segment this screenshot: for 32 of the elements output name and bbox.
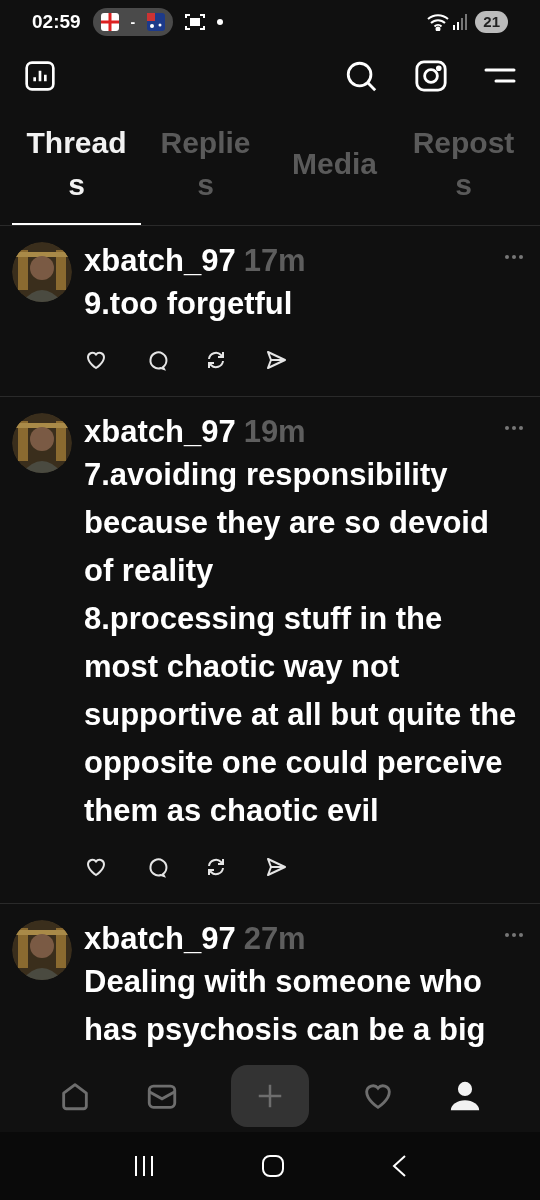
post-text: 8.processing stuff in the most chaotic way not supportive at all but quite the opposite one could perceive them as chaotic evil: [84, 600, 518, 830]
post-time: 17m: [243, 242, 306, 280]
screenshot-icon: [185, 13, 206, 31]
more-icon[interactable]: [504, 932, 524, 938]
flag-icon: [100, 13, 119, 31]
menu-icon[interactable]: [484, 66, 516, 86]
camera-icon[interactable]: [414, 59, 448, 93]
wifi-icon: [427, 13, 450, 31]
more-icon[interactable]: [504, 425, 524, 431]
battery-indicator: 21: [475, 11, 508, 33]
send-icon[interactable]: [264, 855, 288, 879]
signal-icon: [453, 14, 468, 30]
back-icon[interactable]: [391, 1154, 407, 1178]
post-text: 9.too forgetful: [84, 285, 294, 323]
username[interactable]: xbatch_97: [84, 242, 236, 280]
recent-apps-icon[interactable]: [133, 1155, 155, 1177]
post-time: 27m: [243, 920, 306, 958]
post-time: 19m: [243, 413, 306, 451]
score-separator: -: [130, 12, 136, 32]
username[interactable]: xbatch_97: [84, 920, 236, 958]
status-time: 02:59: [32, 9, 81, 34]
flag-icon: [147, 13, 166, 31]
home-button-icon[interactable]: [261, 1154, 285, 1178]
send-icon[interactable]: [264, 348, 288, 372]
username[interactable]: xbatch_97: [84, 413, 236, 451]
post-text: 7.avoiding responsibility because they are so devoid of reality: [84, 456, 490, 590]
post-text: Dealing with someone who has psychosis can be a big: [84, 963, 487, 1049]
search-icon[interactable]: [344, 59, 378, 93]
more-icon[interactable]: [504, 254, 524, 260]
profile-tab[interactable]: Threads: [12, 112, 141, 225]
dot-icon: [217, 19, 224, 25]
insights-icon[interactable]: [24, 60, 56, 92]
